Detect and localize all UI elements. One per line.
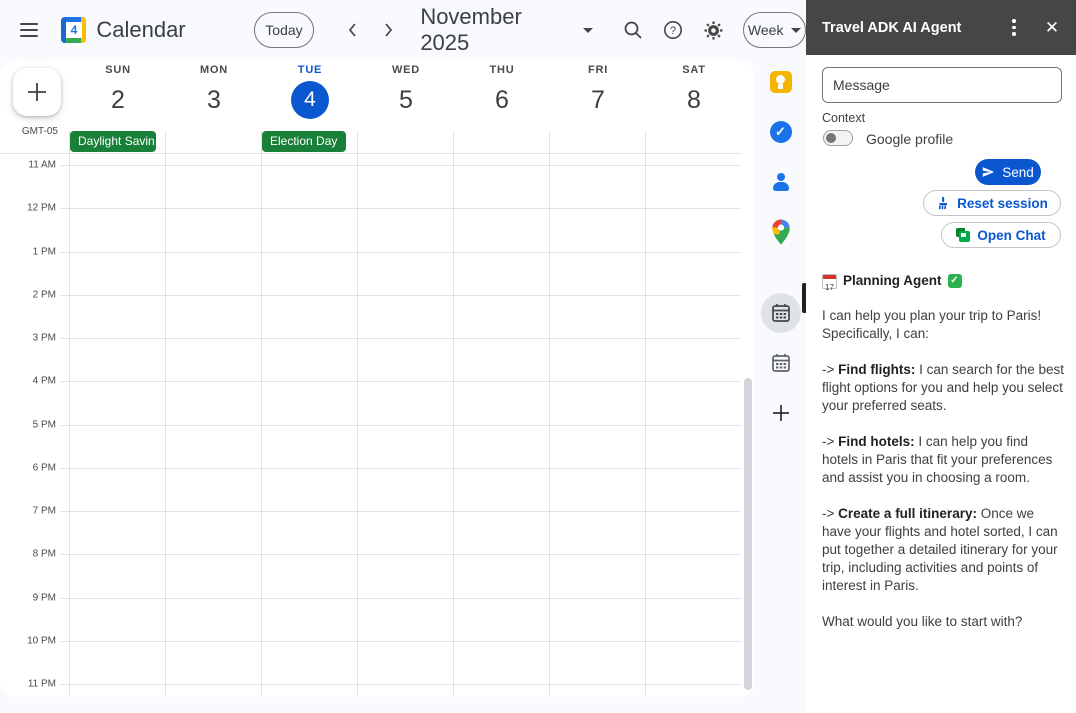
calendar-scrollbar[interactable]	[744, 378, 752, 690]
side-panel-rail: ✓	[755, 60, 806, 713]
tasks-icon[interactable]: ✓	[769, 121, 792, 143]
hour-label: 1 PM	[32, 246, 56, 257]
calendar-week-view: SUN 2 MON 3 TUE 4 WED 5 THU 6 FRI 7 SAT …	[0, 60, 755, 697]
chat-outro: What would you like to start with?	[822, 614, 1023, 629]
hour-line	[60, 684, 741, 685]
day-header-fri[interactable]: FRI 7	[550, 64, 646, 120]
hour-label: 12 PM	[27, 202, 56, 214]
day-header-sat[interactable]: SAT 8	[646, 64, 742, 120]
google-profile-toggle[interactable]	[823, 130, 853, 146]
reset-session-button[interactable]: Reset session	[923, 190, 1061, 216]
main-menu-icon[interactable]	[6, 6, 53, 54]
hour-line	[60, 424, 741, 426]
grid-column-line	[69, 131, 70, 697]
day-header-tue-today[interactable]: TUE 4	[262, 64, 358, 119]
message-input[interactable]	[822, 67, 1062, 103]
day-header-mon[interactable]: MON 3	[166, 64, 262, 120]
chat-bullet-itinerary: -> Create a full itinerary: Once we have…	[822, 506, 1058, 593]
hour-label: 8 PM	[32, 548, 56, 560]
hour-label: 4 PM	[32, 375, 56, 387]
open-chat-button[interactable]: Open Chat	[941, 222, 1061, 248]
view-selector-dropdown[interactable]: Week	[743, 12, 807, 48]
main-toolbar: 4 Calendar Today November 2025 ? Week	[0, 0, 807, 60]
panel-header: Travel ADK AI Agent ✕	[806, 0, 1076, 55]
view-selector-caret-icon	[791, 27, 802, 33]
google-calendar-logo: 4	[60, 17, 87, 43]
send-button[interactable]: Send	[975, 159, 1041, 185]
grid-column-line	[453, 131, 454, 697]
google-chat-icon	[956, 228, 971, 242]
chat-transcript: 17 Planning Agent ✓ I can help you plan …	[822, 272, 1064, 649]
chat-bullet-hotels: -> Find hotels: I can help you find hote…	[822, 434, 1053, 485]
hour-line	[60, 641, 741, 642]
grid-column-line	[549, 131, 550, 697]
hour-label: 2 PM	[32, 289, 56, 301]
prev-week-icon[interactable]	[338, 16, 366, 44]
hour-line	[60, 597, 741, 599]
day-header-wed[interactable]: WED 5	[358, 64, 454, 120]
hour-line	[60, 468, 741, 469]
event-daylight-saving[interactable]: Daylight Savin	[70, 131, 156, 152]
view-selector-value: Week	[747, 22, 784, 38]
date-range-caret-icon[interactable]	[583, 27, 594, 33]
calendar-addon-icon[interactable]	[771, 353, 791, 373]
timezone-label: GMT-05	[21, 126, 58, 137]
today-date-circle[interactable]: 4	[291, 81, 329, 119]
calendar-emoji-icon: 17	[822, 273, 837, 292]
contacts-icon[interactable]	[770, 171, 792, 193]
grid-column-line	[261, 131, 262, 697]
grid-column-line	[357, 131, 358, 697]
hour-label: 11 AM	[28, 159, 56, 171]
hour-label: 10 PM	[27, 635, 56, 647]
travel-agent-addon-icon-active[interactable]	[760, 293, 801, 333]
day-header-sun[interactable]: SUN 2	[70, 64, 166, 120]
next-week-icon[interactable]	[374, 16, 402, 44]
help-icon[interactable]: ?	[659, 16, 687, 44]
hour-line	[60, 381, 741, 382]
svg-text:?: ?	[670, 25, 676, 37]
keep-icon[interactable]	[769, 71, 792, 93]
agent-heading: 17 Planning Agent ✓	[822, 272, 1064, 292]
panel-menu-kebab-icon[interactable]	[1002, 16, 1026, 40]
check-emoji-icon: ✓	[947, 274, 962, 288]
maps-icon[interactable]	[771, 219, 790, 245]
hour-line	[60, 208, 741, 209]
hour-line	[60, 295, 741, 296]
hour-line	[60, 251, 741, 253]
hour-line	[60, 554, 741, 555]
chat-intro: I can help you plan your trip to Paris! …	[822, 308, 1042, 341]
hour-label: 11 PM	[27, 678, 56, 690]
agent-name: Planning Agent	[843, 273, 942, 288]
send-icon	[983, 167, 995, 177]
hour-label: 3 PM	[32, 332, 56, 344]
context-label: Context	[822, 111, 866, 125]
search-icon[interactable]	[619, 16, 647, 44]
panel-title: Travel ADK AI Agent	[822, 19, 962, 36]
today-button[interactable]: Today	[253, 12, 315, 48]
grid-column-line	[645, 131, 646, 697]
hour-line	[60, 511, 741, 512]
app-title: Calendar	[96, 17, 186, 42]
day-header-thu[interactable]: THU 6	[454, 64, 550, 120]
event-election-day[interactable]: Election Day	[262, 131, 346, 152]
panel-close-icon[interactable]: ✕	[1040, 16, 1064, 40]
travel-agent-panel: Travel ADK AI Agent ✕ Context Google pro…	[806, 0, 1076, 713]
hour-label: 6 PM	[32, 462, 56, 474]
chat-bullet-flights: -> Find flights: I can search for the be…	[822, 362, 1064, 413]
hour-label: 7 PM	[32, 505, 56, 517]
current-date-range[interactable]: November 2025	[420, 4, 573, 56]
create-event-button[interactable]	[13, 68, 61, 116]
get-addons-plus-icon[interactable]	[772, 404, 790, 422]
hour-label: 9 PM	[32, 592, 56, 603]
allday-separator	[0, 153, 741, 154]
logo-day-number: 4	[65, 22, 82, 38]
hour-label: 5 PM	[32, 419, 56, 430]
broom-icon	[939, 196, 948, 210]
google-profile-label: Google profile	[866, 131, 954, 147]
hour-line	[60, 338, 741, 339]
hour-line	[60, 165, 741, 166]
settings-gear-icon[interactable]	[699, 16, 727, 44]
grid-column-line	[165, 131, 166, 697]
